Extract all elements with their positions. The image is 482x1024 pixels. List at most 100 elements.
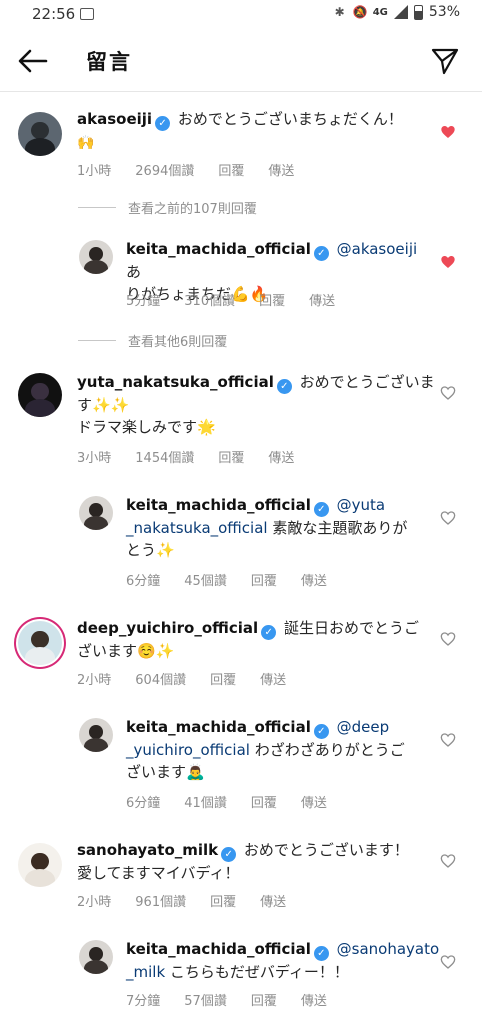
avatar[interactable]	[79, 718, 113, 752]
avatar[interactable]	[18, 112, 62, 156]
verified-badge-icon: ✓	[313, 724, 329, 739]
comment-username[interactable]: keita_machida_official	[126, 718, 311, 736]
view-more-replies[interactable]: 查看其他6則回覆	[78, 331, 227, 350]
comment-likes[interactable]: 961個讚	[135, 891, 186, 910]
bluetooth-icon: ✱	[334, 5, 345, 19]
comment-text: deep_yuichiro_official ✓ 誕生日おめでとうご ざいます☺️…	[77, 617, 437, 662]
comment-body: あ	[126, 263, 142, 281]
comment-username[interactable]: akasoeiji	[77, 110, 152, 128]
comment-body: おめでとうございま	[299, 373, 435, 391]
comment-username[interactable]: yuta_nakatsuka_official	[77, 373, 274, 391]
comment-body: おめでとうございまちょだくん！	[177, 110, 403, 128]
view-replies-label[interactable]: 查看其他6則回覆	[128, 331, 227, 350]
comment-meta: 5分鐘 310個讚 回覆 傳送	[126, 290, 335, 309]
reply-button[interactable]: 回覆	[251, 792, 277, 811]
verified-badge-icon: ✓	[276, 379, 292, 394]
comment-body: こちらもだぜバディー！！	[165, 963, 349, 981]
comment-time: 2小時	[77, 895, 112, 910]
send-icon[interactable]	[430, 46, 460, 76]
comment-username[interactable]: keita_machida_official	[126, 940, 311, 958]
avatar[interactable]	[18, 621, 62, 665]
heart-outline-icon[interactable]	[440, 631, 456, 647]
heart-outline-icon[interactable]	[440, 853, 456, 869]
comment-meta: 3小時 1454個讚 回覆 傳送	[77, 447, 294, 466]
comment-text: akasoeiji ✓ おめでとうございまちょだくん！ 🙌	[77, 108, 437, 154]
mention-link[interactable]: @deep	[337, 718, 390, 736]
send-button[interactable]: 傳送	[301, 990, 327, 1009]
reply-button[interactable]: 回覆	[210, 891, 236, 910]
battery-icon	[413, 4, 423, 20]
send-button[interactable]: 傳送	[301, 792, 327, 811]
heart-outline-icon[interactable]	[440, 385, 456, 401]
avatar[interactable]	[79, 240, 113, 274]
send-button[interactable]: 傳送	[268, 447, 294, 466]
send-button[interactable]: 傳送	[309, 290, 335, 309]
signal-icon	[393, 5, 408, 19]
comment-body-line2: 🙌	[77, 135, 95, 151]
page-title: 留言	[86, 50, 132, 74]
send-button[interactable]: 傳送	[260, 669, 286, 688]
send-button[interactable]: 傳送	[301, 570, 327, 589]
heart-outline-icon[interactable]	[440, 732, 456, 748]
divider-line	[78, 207, 116, 208]
comment-likes[interactable]: 45個讚	[184, 570, 227, 589]
reply-text: keita_machida_official ✓ @deep _yuichiro_…	[126, 716, 446, 783]
send-button[interactable]: 傳送	[268, 160, 294, 179]
verified-badge-icon: ✓	[313, 502, 329, 517]
comment-username[interactable]: keita_machida_official	[126, 240, 311, 258]
heart-filled-icon[interactable]	[440, 254, 456, 270]
comment-time: 2小時	[77, 673, 112, 688]
comment-likes[interactable]: 310個讚	[184, 290, 235, 309]
send-button[interactable]: 傳送	[260, 891, 286, 910]
comment-time: 6分鐘	[126, 574, 161, 589]
avatar[interactable]	[79, 940, 113, 974]
heart-filled-icon[interactable]	[440, 124, 456, 140]
mention-link[interactable]: @yuta	[337, 496, 385, 514]
mention-link-cont[interactable]: _nakatsuka_official	[126, 519, 268, 537]
mention-link-cont[interactable]: _yuichiro_official	[126, 741, 250, 759]
avatar[interactable]	[18, 373, 62, 417]
mention-link[interactable]: @akasoeiji	[337, 240, 418, 258]
mute-icon: 🔕	[352, 5, 368, 19]
status-bar: 22:56 ✱ 🔕 4G 53%	[0, 0, 482, 30]
comment-username[interactable]: deep_yuichiro_official	[77, 619, 258, 637]
avatar[interactable]	[18, 843, 62, 887]
comment-time: 3小時	[77, 451, 112, 466]
view-previous-replies[interactable]: 查看之前的107則回覆	[78, 198, 257, 217]
comment-username[interactable]: keita_machida_official	[126, 496, 311, 514]
comment-likes[interactable]: 1454個讚	[135, 447, 194, 466]
comment-body: おめでとうございます！	[243, 841, 409, 859]
battery-percent: 53%	[428, 4, 460, 20]
comment-body-line2: す✨✨	[77, 396, 130, 414]
heart-outline-icon[interactable]	[440, 954, 456, 970]
reply-button[interactable]: 回覆	[259, 290, 285, 309]
network-type: 4G	[372, 6, 388, 18]
comment-username[interactable]: sanohayato_milk	[77, 841, 218, 859]
mention-link-cont[interactable]: _milk	[126, 963, 165, 981]
comment-meta: 6分鐘 45個讚 回覆 傳送	[126, 570, 327, 589]
comment-time: 1小時	[77, 164, 112, 179]
reply-button[interactable]: 回覆	[218, 447, 244, 466]
view-replies-label[interactable]: 查看之前的107則回覆	[128, 198, 257, 217]
comment-body-line3: ドラマ楽しみです🌟	[77, 418, 216, 436]
reply-button[interactable]: 回覆	[218, 160, 244, 179]
verified-badge-icon: ✓	[313, 246, 329, 261]
comment-body: 誕生日おめでとうご	[283, 619, 419, 637]
comment-body-line2: ざいます☺️✨	[77, 642, 175, 660]
back-arrow-icon[interactable]	[16, 46, 50, 76]
avatar[interactable]	[79, 496, 113, 530]
comment-time: 6分鐘	[126, 796, 161, 811]
reply-text: keita_machida_official ✓ @sanohayato _mil…	[126, 938, 446, 983]
mention-link[interactable]: @sanohayato	[337, 940, 440, 958]
comment-likes[interactable]: 604個讚	[135, 669, 186, 688]
comment-likes[interactable]: 41個讚	[184, 792, 227, 811]
status-time: 22:56	[32, 5, 76, 23]
reply-button[interactable]: 回覆	[251, 990, 277, 1009]
comment-likes[interactable]: 57個讚	[184, 990, 227, 1009]
verified-badge-icon: ✓	[221, 847, 237, 862]
reply-button[interactable]: 回覆	[210, 669, 236, 688]
comment-likes[interactable]: 2694個讚	[135, 160, 194, 179]
heart-outline-icon[interactable]	[440, 510, 456, 526]
verified-badge-icon: ✓	[155, 116, 171, 131]
reply-button[interactable]: 回覆	[251, 570, 277, 589]
